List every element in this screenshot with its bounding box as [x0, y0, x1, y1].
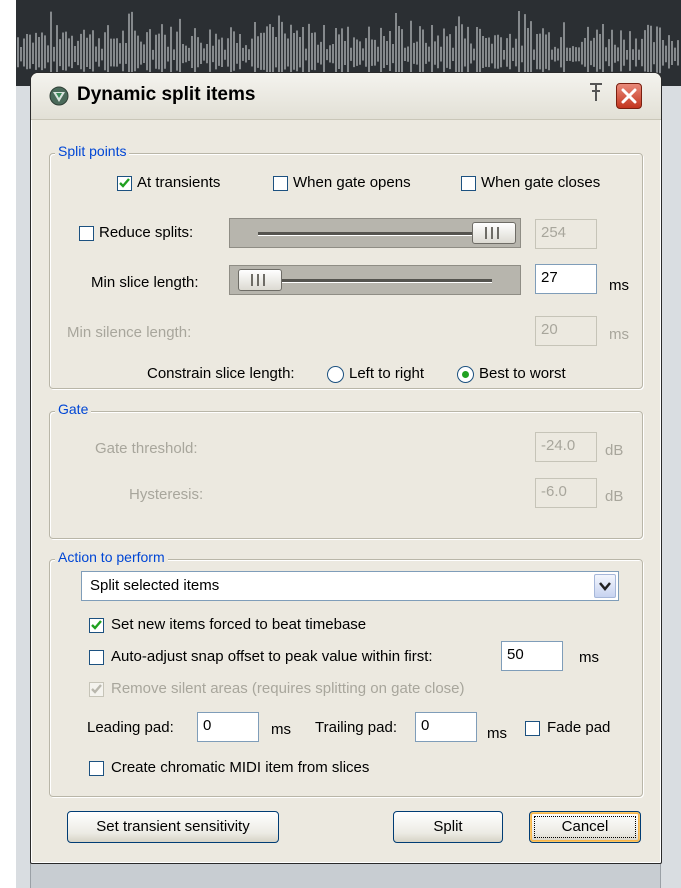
auto-adjust-unit: ms: [579, 649, 599, 666]
beat-timebase-label[interactable]: Set new items forced to beat timebase: [111, 616, 366, 633]
reduce-splits-slider[interactable]: [229, 218, 521, 248]
pin-icon[interactable]: [587, 81, 605, 103]
fade-pad-checkbox[interactable]: [525, 721, 540, 736]
close-icon: [621, 88, 637, 104]
min-silence-length-label: Min silence length:: [67, 324, 192, 341]
close-button[interactable]: [616, 83, 642, 109]
when-gate-closes-label[interactable]: When gate closes: [481, 174, 600, 191]
set-transient-sensitivity-button[interactable]: Set transient sensitivity: [67, 811, 279, 843]
action-select-value: Split selected items: [90, 577, 220, 594]
trailing-pad-unit: ms: [487, 725, 507, 742]
auto-adjust-input[interactable]: 50: [501, 641, 563, 671]
slider-track: [258, 279, 492, 283]
split-button[interactable]: Split: [393, 811, 503, 843]
when-gate-closes-checkbox[interactable]: [461, 176, 476, 191]
reduce-splits-checkbox[interactable]: [79, 226, 94, 241]
trailing-pad-label: Trailing pad:: [315, 719, 397, 736]
background-scrollbar[interactable]: [660, 86, 681, 888]
chromatic-midi-checkbox[interactable]: [89, 761, 104, 776]
trailing-pad-input[interactable]: 0: [415, 712, 477, 742]
chromatic-midi-label[interactable]: Create chromatic MIDI item from slices: [111, 759, 369, 776]
min-slice-length-label: Min slice length:: [91, 274, 199, 291]
constrain-slice-length-label: Constrain slice length:: [147, 365, 295, 382]
min-slice-length-slider[interactable]: [229, 265, 521, 295]
cancel-button[interactable]: Cancel: [529, 811, 641, 843]
auto-adjust-label[interactable]: Auto-adjust snap offset to peak value wi…: [111, 648, 433, 665]
chevron-down-icon: [599, 582, 611, 591]
hysteresis-label: Hysteresis:: [129, 486, 204, 503]
min-slice-length-unit: ms: [609, 277, 629, 294]
hysteresis-input[interactable]: -6.0: [535, 478, 597, 508]
auto-adjust-checkbox[interactable]: [89, 650, 104, 665]
checkmark-icon: [119, 178, 130, 188]
reduce-splits-value[interactable]: 254: [535, 219, 597, 249]
focus-ring: [534, 816, 636, 838]
at-transients-checkbox[interactable]: [117, 176, 132, 191]
checkmark-icon: [91, 620, 102, 630]
dropdown-arrow[interactable]: [594, 574, 616, 598]
slider-thumb[interactable]: [238, 269, 282, 291]
dynamic-split-dialog: Dynamic split items Split points At tran…: [30, 72, 662, 864]
left-to-right-radio[interactable]: [327, 366, 344, 383]
reduce-splits-label[interactable]: Reduce splits:: [99, 224, 193, 241]
beat-timebase-checkbox[interactable]: [89, 618, 104, 633]
leading-pad-unit: ms: [271, 721, 291, 738]
dialog-title: Dynamic split items: [77, 84, 256, 105]
title-bar[interactable]: Dynamic split items: [31, 73, 661, 120]
min-silence-length-input[interactable]: 20: [535, 316, 597, 346]
checkmark-icon: [91, 684, 102, 694]
action-select[interactable]: Split selected items: [81, 571, 619, 601]
action-legend: Action to perform: [55, 549, 168, 565]
best-to-worst-label[interactable]: Best to worst: [479, 365, 566, 382]
at-transients-label[interactable]: At transients: [137, 174, 220, 191]
leading-pad-input[interactable]: 0: [197, 712, 259, 742]
when-gate-opens-checkbox[interactable]: [273, 176, 288, 191]
reaper-logo-icon: [49, 86, 69, 106]
remove-silent-checkbox[interactable]: [89, 682, 104, 697]
gate-group: [49, 411, 643, 539]
best-to-worst-radio[interactable]: [457, 366, 474, 383]
leading-pad-label: Leading pad:: [87, 719, 174, 736]
min-slice-length-input[interactable]: 27: [535, 264, 597, 294]
gate-threshold-label: Gate threshold:: [95, 440, 198, 457]
gate-threshold-input[interactable]: -24.0: [535, 432, 597, 462]
remove-silent-label[interactable]: Remove silent areas (requires splitting …: [111, 680, 465, 697]
when-gate-opens-label[interactable]: When gate opens: [293, 174, 411, 191]
slider-thumb[interactable]: [472, 222, 516, 244]
slider-track: [258, 232, 492, 236]
fade-pad-label[interactable]: Fade pad: [547, 719, 610, 736]
split-points-legend: Split points: [55, 143, 130, 159]
gate-legend: Gate: [55, 401, 92, 417]
hysteresis-unit: dB: [605, 488, 624, 505]
radio-selected-dot: [462, 371, 469, 378]
gate-threshold-unit: dB: [605, 442, 624, 459]
background-left-panel: [16, 86, 31, 888]
left-to-right-label[interactable]: Left to right: [349, 365, 424, 382]
min-silence-length-unit: ms: [609, 326, 629, 343]
